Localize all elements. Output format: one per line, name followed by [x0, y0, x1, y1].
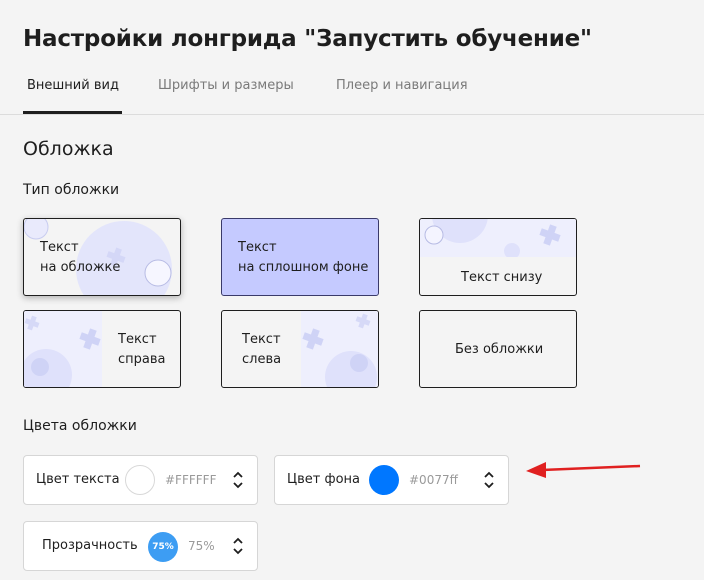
cover-option-line1: Текст: [238, 240, 277, 255]
bg-color-field[interactable]: Цвет фона #0077ff: [274, 455, 509, 505]
opacity-field[interactable]: Прозрачность 75% 75%: [23, 521, 258, 571]
cover-option-text-left[interactable]: Текст слева: [221, 310, 379, 388]
red-arrow-icon: [526, 462, 641, 478]
cover-option-line1: Текст: [242, 332, 281, 347]
text-color-swatch[interactable]: [125, 465, 155, 495]
cover-option-line2: на обложке: [40, 260, 121, 275]
cover-option-text-below[interactable]: Текст снизу: [419, 218, 577, 296]
cover-option-line1: Текст: [40, 240, 79, 255]
bg-color-swatch[interactable]: [369, 465, 399, 495]
text-color-value[interactable]: #FFFFFF: [165, 473, 216, 487]
bg-color-stepper-icon[interactable]: [482, 469, 496, 491]
opacity-label: Прозрачность: [42, 538, 138, 553]
cover-pattern: [24, 311, 102, 387]
tab-appearance[interactable]: Внешний вид: [27, 78, 119, 93]
page-title: Настройки лонгрида "Запустить обучение": [23, 26, 592, 52]
opacity-badge: 75%: [148, 532, 178, 562]
bg-color-label: Цвет фона: [287, 472, 360, 487]
text-color-label: Цвет текста: [36, 472, 120, 487]
bg-color-value[interactable]: #0077ff: [409, 473, 458, 487]
opacity-value[interactable]: 75%: [188, 539, 215, 553]
opacity-stepper-icon[interactable]: [231, 535, 245, 557]
cover-option-line1: Текст снизу: [461, 270, 543, 285]
cover-option-line2: слева: [242, 352, 282, 367]
cover-option-text-right[interactable]: Текст справа: [23, 310, 181, 388]
tab-fonts-sizes[interactable]: Шрифты и размеры: [158, 78, 294, 93]
cover-colors-label: Цвета обложки: [23, 418, 137, 434]
cover-type-label: Тип обложки: [23, 182, 120, 198]
cover-option-line2: справа: [118, 352, 166, 367]
cover-pattern: [301, 311, 378, 387]
cover-option-text-on-cover[interactable]: Текст на обложке: [23, 218, 181, 296]
cover-option-solid-bg[interactable]: Текст на сплошном фоне: [221, 218, 379, 296]
text-color-field[interactable]: Цвет текста #FFFFFF: [23, 455, 258, 505]
cover-option-no-cover[interactable]: Без обложки: [419, 310, 577, 388]
cover-option-line1: Текст: [118, 332, 157, 347]
tab-bar: Внешний вид Шрифты и размеры Плеер и нав…: [0, 70, 704, 115]
cover-heading: Обложка: [23, 138, 114, 160]
active-tab-indicator: [23, 111, 122, 114]
cover-pattern: [420, 219, 576, 257]
cover-option-line1: Без обложки: [455, 342, 544, 357]
cover-option-line2: на сплошном фоне: [238, 260, 369, 275]
text-color-stepper-icon[interactable]: [231, 469, 245, 491]
tab-player-navigation[interactable]: Плеер и навигация: [336, 78, 468, 93]
